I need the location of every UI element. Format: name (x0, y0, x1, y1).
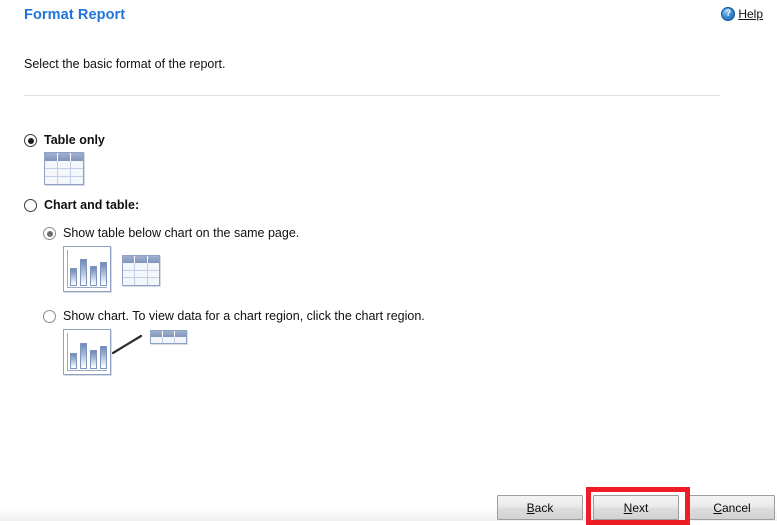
suboption-label-show-table-below-chart: Show table below chart on the same page. (63, 226, 300, 240)
radio-show-chart-click-region[interactable] (43, 310, 56, 323)
bar-chart-icon (63, 246, 111, 292)
radio-chart-and-table[interactable] (24, 199, 37, 212)
next-button-mnemonic: N (623, 500, 633, 515)
table-icon (44, 152, 84, 185)
suboption-label-show-chart-click-region: Show chart. To view data for a chart reg… (63, 309, 425, 323)
radio-table-only[interactable] (24, 134, 37, 147)
format-options-group: Table only Chart and table: Show table b… (24, 133, 724, 375)
radio-show-table-below-chart[interactable] (43, 227, 56, 240)
next-button-label: ext (632, 500, 649, 515)
wizard-button-bar: Back Next Cancel (497, 495, 775, 520)
back-button[interactable]: Back (497, 495, 583, 520)
help-label: Help (738, 7, 763, 21)
cancel-button-label: ancel (721, 500, 751, 515)
back-button-mnemonic: B (526, 500, 535, 515)
cancel-button-mnemonic: C (713, 500, 722, 515)
bar-chart-icon (63, 329, 111, 375)
table-icon (122, 255, 160, 286)
suboption-show-chart-click-region[interactable]: Show chart. To view data for a chart reg… (43, 309, 724, 375)
header-divider (24, 95, 720, 96)
instruction-text: Select the basic format of the report. (24, 57, 226, 71)
next-button[interactable]: Next (593, 495, 679, 520)
question-circle-icon (721, 7, 736, 21)
cancel-button[interactable]: Cancel (689, 495, 775, 520)
option-chart-and-table[interactable]: Chart and table: Show table below chart … (24, 198, 724, 375)
suboption-show-table-below-chart[interactable]: Show table below chart on the same page. (43, 226, 724, 292)
help-link[interactable]: Help (721, 7, 763, 21)
page-title: Format Report (24, 7, 126, 23)
option-label-table-only: Table only (44, 133, 105, 147)
option-table-only[interactable]: Table only (24, 133, 724, 185)
option-label-chart-and-table: Chart and table: (44, 198, 140, 212)
back-button-label: ack (534, 500, 554, 515)
